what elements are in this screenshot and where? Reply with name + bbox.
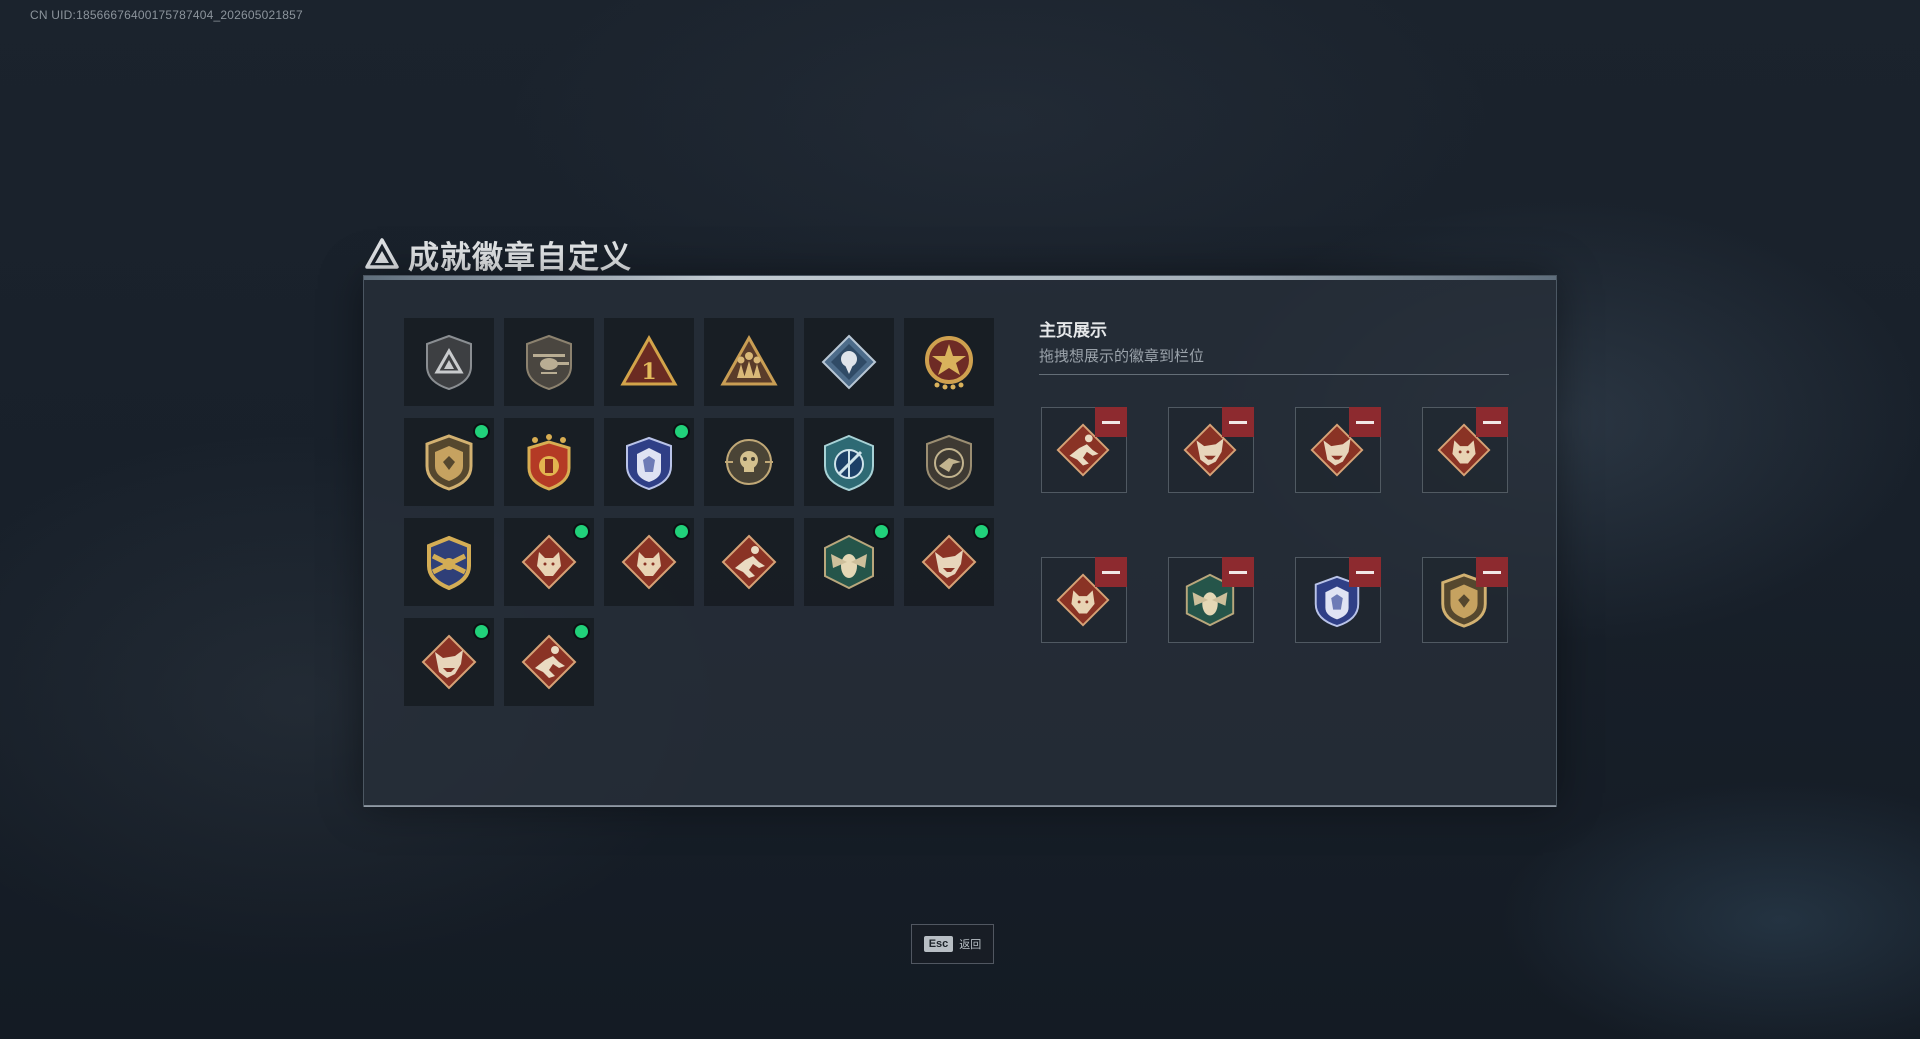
star-medal-badge-icon (925, 336, 973, 390)
badge-cell[interactable] (904, 518, 994, 606)
panel-bottom-border (364, 805, 1556, 807)
back-label: 返回 (959, 938, 982, 951)
remove-badge-button[interactable] (1476, 557, 1508, 587)
homepage-showcase: 主页展示 拖拽想展示的徽章到栏位 (1039, 316, 1509, 375)
equipped-indicator (675, 525, 688, 538)
remove-badge-button[interactable] (1222, 557, 1254, 587)
badge-customize-panel: 1 主页展示 拖拽想展示的徽章到栏位 (363, 275, 1557, 807)
showcase-slots (1041, 407, 1508, 643)
skull-crosshair-badge-icon (725, 439, 773, 485)
showcase-divider (1039, 374, 1509, 375)
esc-key-hint: Esc (923, 936, 954, 952)
remove-badge-button[interactable] (1095, 557, 1127, 587)
silver-rose-badge-icon (821, 334, 877, 390)
equipped-indicator (675, 425, 688, 438)
badge-cell[interactable] (604, 418, 694, 506)
equipped-indicator (875, 525, 888, 538)
equipped-indicator (475, 625, 488, 638)
badge-cell[interactable] (404, 618, 494, 706)
page-title: 成就徽章自定义 (408, 239, 632, 276)
helicopter-shield-badge-icon (526, 334, 572, 391)
badge-cell[interactable] (704, 418, 794, 506)
showcase-slot[interactable] (1041, 407, 1127, 493)
badge-cell[interactable] (504, 318, 594, 406)
blue-wolf-shield-badge-icon (626, 436, 672, 491)
remove-badge-button[interactable] (1222, 407, 1254, 437)
badge-cell[interactable] (504, 418, 594, 506)
green-hornet-badge-icon (824, 534, 874, 590)
panel-top-border (364, 276, 1556, 280)
badge-cell[interactable] (704, 318, 794, 406)
showcase-title: 主页展示 (1039, 321, 1107, 341)
dragon-badge-icon (921, 534, 977, 590)
remove-badge-button[interactable] (1476, 407, 1508, 437)
triangle-shield-badge-icon (426, 334, 472, 391)
equipped-indicator (575, 525, 588, 538)
title-bar: 成就徽章自定义 (364, 232, 632, 276)
runner-badge-icon (521, 634, 577, 690)
bird-shield-badge-icon (926, 434, 972, 491)
badge-cell[interactable]: 1 (604, 318, 694, 406)
soldiers-badge-icon (720, 334, 778, 386)
badge-cell[interactable] (404, 418, 494, 506)
badge-cell[interactable] (904, 318, 994, 406)
wolf-badge-icon (521, 534, 577, 590)
remove-badge-button[interactable] (1349, 407, 1381, 437)
showcase-slot[interactable] (1041, 557, 1127, 643)
showcase-slot[interactable] (1295, 557, 1381, 643)
badge-grid: 1 (404, 318, 994, 706)
equipped-indicator (975, 525, 988, 538)
number-one-badge-icon: 1 (620, 334, 678, 386)
badge-cell[interactable] (504, 518, 594, 606)
gold-shield-badge-icon (425, 434, 473, 491)
showcase-slot[interactable] (1422, 557, 1508, 643)
badge-cell[interactable] (704, 518, 794, 606)
svg-text:1: 1 (641, 359, 656, 385)
uid-label: CN UID:1856667640017578740​4_20260502185… (30, 8, 303, 22)
badge-cell[interactable] (804, 318, 894, 406)
remove-badge-button[interactable] (1349, 557, 1381, 587)
showcase-slot[interactable] (1422, 407, 1508, 493)
wolf-badge-icon (621, 534, 677, 590)
stars-crest-badge-icon (527, 434, 571, 491)
remove-badge-button[interactable] (1095, 407, 1127, 437)
equipped-indicator (475, 425, 488, 438)
game-logo-icon (365, 238, 399, 269)
badge-cell[interactable] (404, 318, 494, 406)
blue-crosshair-shield-badge-icon (824, 434, 874, 492)
back-button[interactable]: Esc 返回 (911, 924, 994, 964)
runner-badge-icon (721, 534, 777, 590)
showcase-slot[interactable] (1295, 407, 1381, 493)
showcase-subtitle: 拖拽想展示的徽章到栏位 (1039, 347, 1205, 365)
showcase-slot[interactable] (1168, 407, 1254, 493)
dragon-badge-icon (421, 634, 477, 690)
badge-cell[interactable] (904, 418, 994, 506)
badge-cell[interactable] (604, 518, 694, 606)
eagle-crest-badge-icon (427, 535, 471, 591)
badge-cell[interactable] (804, 418, 894, 506)
badge-cell[interactable] (804, 518, 894, 606)
equipped-indicator (575, 625, 588, 638)
showcase-slot[interactable] (1168, 557, 1254, 643)
badge-cell[interactable] (404, 518, 494, 606)
badge-cell[interactable] (504, 618, 594, 706)
